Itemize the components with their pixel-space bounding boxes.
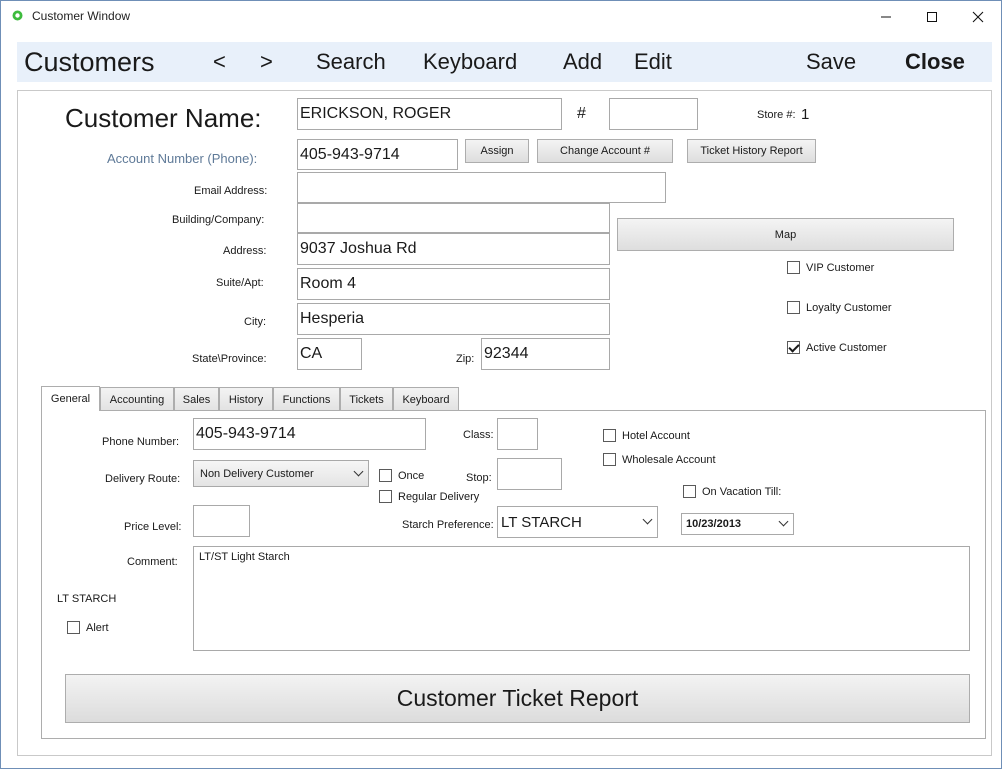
tab-tickets[interactable]: Tickets [340,387,393,411]
regular-delivery-checkbox[interactable] [379,490,392,503]
tab-keyboard[interactable]: Keyboard [393,387,459,411]
tab-accounting[interactable]: Accounting [100,387,174,411]
tab-history[interactable]: History [219,387,273,411]
wholesale-account-checkbox[interactable] [603,453,616,466]
class-field[interactable] [497,418,538,450]
customer-name-label: Customer Name: [65,103,262,133]
city-label: City: [244,316,266,328]
edit-button[interactable]: Edit [634,42,672,82]
price-level-field[interactable] [193,505,250,537]
comment-label: Comment: [127,556,178,568]
account-number-field[interactable]: 405-943-9714 [297,139,458,170]
company-label: Building/Company: [172,214,265,226]
chevron-down-icon [642,514,653,525]
email-label: Email Address: [194,185,268,197]
address-label: Address: [223,245,267,257]
class-label: Class: [463,429,494,441]
on-vacation-label: On Vacation Till: [702,486,782,498]
minimize-icon [881,16,891,17]
active-customer-label: Active Customer [806,342,887,354]
alert-checkbox[interactable] [67,621,80,634]
store-number: 1 [801,106,810,123]
active-customer-checkbox[interactable] [787,341,800,354]
delivery-route-value: Non Delivery Customer [200,467,314,480]
store-label: Store #: [757,109,796,121]
stop-field[interactable] [497,458,562,490]
save-button[interactable]: Save [806,42,856,82]
once-checkbox[interactable] [379,469,392,482]
toolbar-title: Customers [24,47,155,77]
starch-preference-value: LT STARCH [501,513,582,531]
starch-preference-select[interactable]: LT STARCH [497,506,658,538]
assign-button[interactable]: Assign [465,139,529,163]
vacation-date-value: 10/23/2013 [686,518,742,530]
once-label: Once [398,470,425,482]
previous-button[interactable]: < [213,42,226,82]
delivery-route-select[interactable]: Non Delivery Customer [193,460,369,487]
maximize-icon [927,11,937,22]
chevron-down-icon [778,516,789,527]
tab-sales[interactable]: Sales [174,387,219,411]
price-level-label: Price Level: [124,521,182,533]
customer-ticket-report-button[interactable]: Customer Ticket Report [65,674,970,723]
toolbar: Customers < > Search Keyboard Add Edit S… [17,42,992,82]
app-icon [12,10,23,21]
hotel-account-checkbox[interactable] [603,429,616,442]
alert-label: Alert [86,622,109,634]
customer-name-field[interactable]: ERICKSON, ROGER [297,98,562,130]
zip-field[interactable]: 92344 [481,338,610,370]
close-button[interactable]: Close [905,42,965,82]
change-account-button[interactable]: Change Account # [537,139,673,163]
window-title: Customer Window [32,9,131,23]
minimize-button[interactable] [863,1,909,32]
loyalty-customer-label: Loyalty Customer [806,302,892,314]
regular-delivery-label: Regular Delivery [398,491,480,503]
vacation-date-picker[interactable]: 10/23/2013 [681,513,794,535]
vip-customer-checkbox[interactable] [787,261,800,274]
loyalty-customer-checkbox[interactable] [787,301,800,314]
vip-customer-label: VIP Customer [806,262,875,274]
search-button[interactable]: Search [316,42,386,82]
starch-preference-label: Starch Preference: [402,519,494,531]
city-field[interactable]: Hesperia [297,303,610,335]
email-field[interactable] [297,172,666,203]
customer-window: Customer Window Customers < > Search Key… [0,0,1002,769]
suite-label: Suite/Apt: [216,277,264,289]
zip-label: Zip: [456,353,475,365]
stop-label: Stop: [466,472,492,484]
chevron-down-icon [353,466,364,476]
tab-general[interactable]: General [41,386,100,411]
comment-textarea[interactable]: LT/ST Light Starch [193,546,970,651]
number-field[interactable] [609,98,698,130]
phone-number-label: Phone Number: [102,436,180,448]
number-label: # [577,105,586,122]
keyboard-button[interactable]: Keyboard [423,42,517,82]
title-bar: Customer Window [1,1,1001,32]
account-number-label: Account Number (Phone): [107,151,258,166]
close-window-button[interactable] [955,1,1001,32]
company-field[interactable] [297,203,610,233]
next-button[interactable]: > [260,42,273,82]
tab-functions[interactable]: Functions [273,387,340,411]
delivery-route-label: Delivery Route: [105,473,181,485]
ticket-history-report-button[interactable]: Ticket History Report [687,139,816,163]
state-label: State\Province: [192,353,267,365]
state-field[interactable]: CA [297,338,362,370]
wholesale-account-label: Wholesale Account [622,454,716,466]
add-button[interactable]: Add [563,42,602,82]
hotel-account-label: Hotel Account [622,430,690,442]
close-icon [972,11,984,22]
suite-field[interactable]: Room 4 [297,268,610,300]
map-button[interactable]: Map [617,218,954,251]
alert-text: LT STARCH [57,593,117,605]
phone-number-field[interactable]: 405-943-9714 [193,418,426,450]
address-field[interactable]: 9037 Joshua Rd [297,233,610,265]
maximize-button[interactable] [909,1,955,32]
on-vacation-checkbox[interactable] [683,485,696,498]
